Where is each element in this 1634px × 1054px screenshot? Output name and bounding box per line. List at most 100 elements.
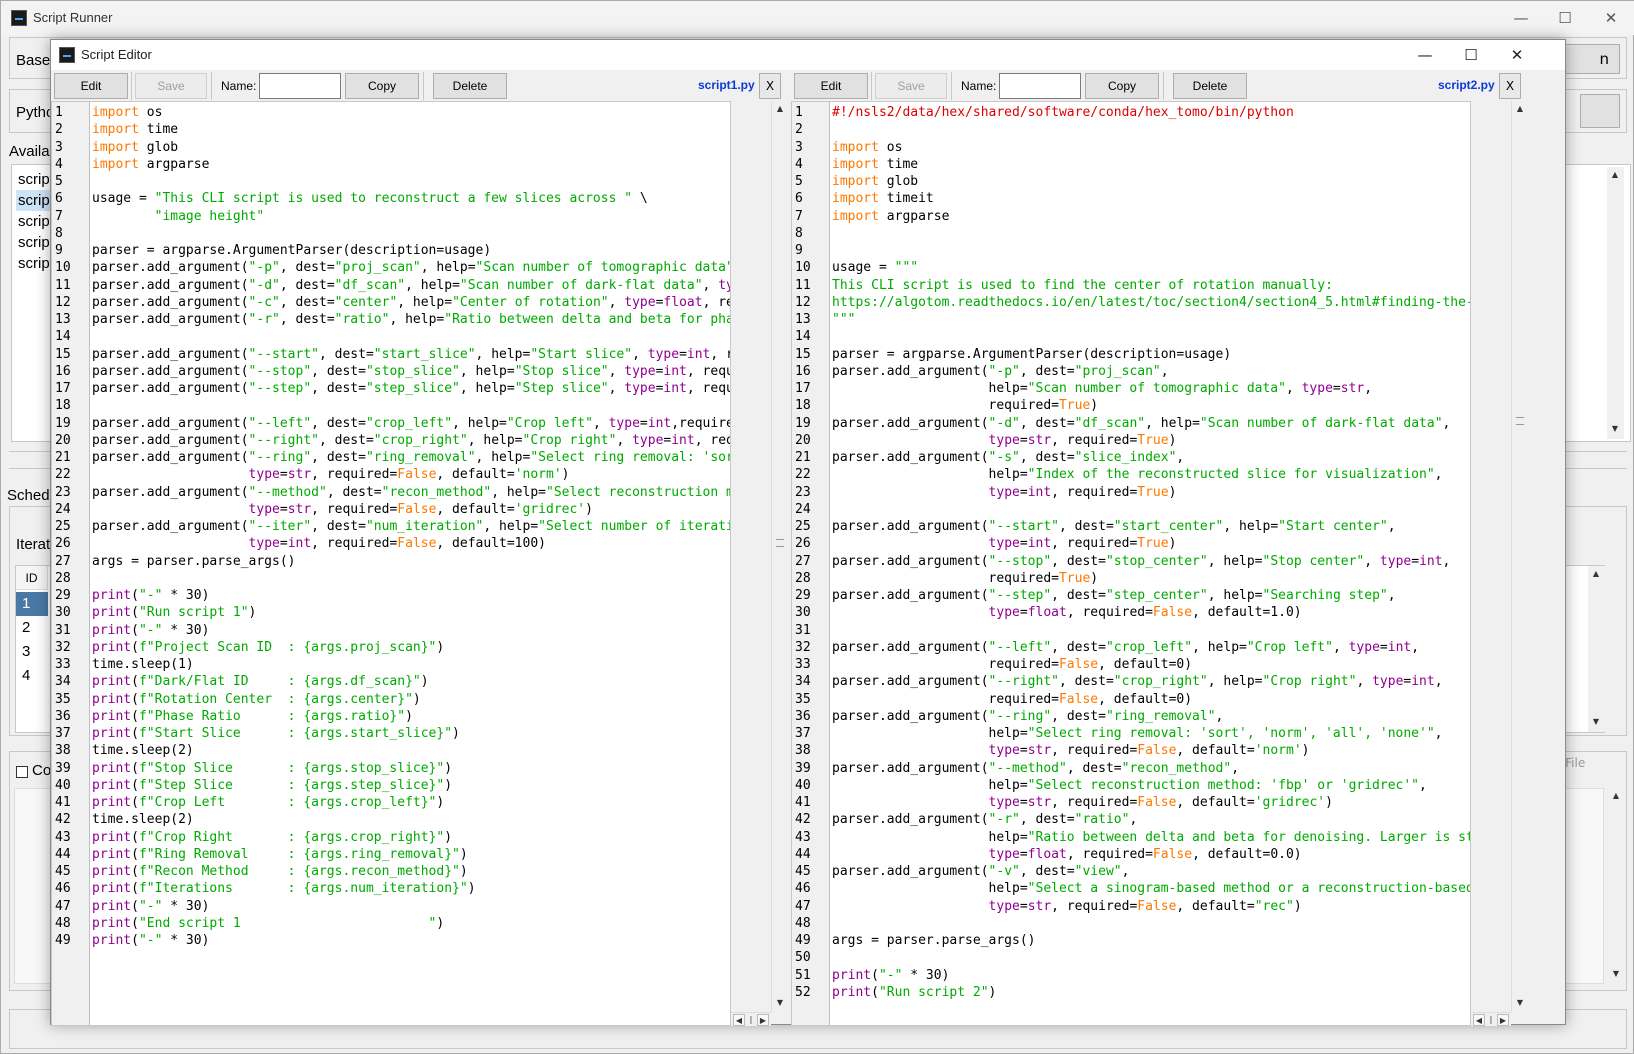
code-line: #!/nsls2/data/hex/shared/software/conda/… [832,104,1294,121]
code-token: , default=100) [436,536,546,552]
scroll-right-icon[interactable]: ▶ [757,1014,769,1026]
code-token: print [92,846,132,862]
close-button[interactable]: ✕ [1495,42,1539,68]
scroll-grip-icon[interactable]: | [1487,1014,1495,1026]
code-line: print(f"Phase Ratio : {args.ratio}") [92,708,413,725]
save-button[interactable]: Save (Ctrl+S) [875,73,947,117]
scroll-up-icon[interactable]: ▲ [774,103,786,115]
scroll-grip-icon[interactable]: | [747,1014,755,1026]
scroll-up-icon[interactable]: ▲ [1590,568,1602,580]
code-token: print [92,622,132,638]
line-number: 45 [55,864,71,879]
code-token: type [248,501,280,517]
line-number: 33 [55,657,71,672]
minimize-button[interactable]: — [1501,5,1541,31]
close-button[interactable]: ✕ [1591,5,1631,31]
line-number: 28 [55,570,71,586]
vertical-scrollbar[interactable]: ▲ ▼ [1607,167,1624,439]
scroll-down-icon[interactable]: ▼ [1590,716,1602,728]
line-number: 36 [55,708,71,724]
code-token: = [1019,536,1028,552]
horizontal-scrollbar[interactable]: ◀ | ▶ [731,1012,771,1026]
line-number: 40 [55,777,71,793]
vertical-scrollbar[interactable]: ▲ ▼ [771,101,787,1012]
code-editor[interactable]: 1 #!/nsls2/data/hex/shared/software/conda… [791,101,1471,1026]
maximize-button[interactable]: ☐ [1545,5,1585,31]
code-token: * 30) [902,967,950,983]
table-row[interactable]: 2 [16,616,48,640]
copy-button[interactable]: Copy [345,73,419,99]
console-checkbox[interactable] [16,766,28,778]
scroll-down-icon[interactable]: ▼ [1514,997,1526,1009]
horizontal-scrollbar[interactable]: ◀ | ▶ [1471,1012,1511,1026]
code-token: parser.add_argument( [92,415,249,431]
line-number: 5 [795,174,803,189]
delete-button[interactable]: Delete [1173,73,1247,99]
scroll-grip-icon[interactable] [1516,417,1524,425]
line-number: 12 [55,294,71,310]
code-token: import [832,174,879,189]
python-button[interactable] [1580,94,1620,128]
table-row[interactable]: 3 [16,640,48,664]
code-token: , dest= [311,519,366,534]
code-token: f"Crop Right : {args.crop_right}" [138,829,445,845]
scroll-up-icon[interactable]: ▲ [1514,103,1526,115]
scroll-up-icon[interactable]: ▲ [1610,790,1622,802]
copy-button[interactable]: Copy [1085,73,1159,99]
code-token: , help= [1145,415,1200,431]
code-token: ( [131,829,139,845]
code-editor[interactable]: 1 import os 2 import time 3 import glob 4 impor… [51,101,731,1026]
table-row[interactable]: 1 [16,592,48,616]
scroll-left-icon[interactable]: ◀ [1473,1014,1485,1026]
code-line: parser.add_argument("--stop", dest="stop… [92,363,730,380]
code-line: help="Select a sinogram-based method or … [832,880,1470,897]
delete-button[interactable]: Delete [433,73,507,99]
code-token: "-" [878,967,903,983]
edit-button[interactable]: Edit [794,73,868,99]
vertical-scrollbar[interactable]: ▲ ▼ [1511,101,1527,1012]
code-line: parser.add_argument("-c", dest="center",… [92,294,730,311]
minimize-button[interactable]: — [1403,42,1447,68]
code-token: float [663,294,703,310]
line-number: 25 [55,519,71,534]
maximize-button[interactable]: ☐ [1449,42,1493,68]
scroll-down-icon[interactable]: ▼ [774,997,786,1009]
code-token: f"Project Scan ID : {args.proj_scan}" [138,639,437,655]
scroll-left-icon[interactable]: ◀ [733,1014,745,1026]
code-token: "--start" [248,346,319,362]
code-token: float [1027,605,1067,621]
scroll-right-icon[interactable]: ▶ [1497,1014,1509,1026]
vertical-scrollbar[interactable]: ▲ ▼ [1588,566,1605,732]
scroll-down-icon[interactable]: ▼ [1610,968,1622,980]
vertical-scrollbar[interactable]: ▲ ▼ [1608,788,1625,984]
code-token: , [608,363,625,379]
scroll-up-icon[interactable]: ▲ [1609,169,1621,181]
close-pane-button[interactable]: X [1499,73,1521,99]
scroll-down-icon[interactable]: ▼ [1609,423,1621,435]
toolbar-separator [1163,72,1164,100]
code-token: print [92,933,132,948]
line-number: 31 [795,622,811,638]
code-token: parser.add_argument( [92,277,249,293]
line-number: 9 [795,243,803,258]
code-token: f"Step Slice : {args.step_slice}" [138,777,445,793]
code-line: help="Scan number of tomographic data", … [832,380,1373,397]
name-input[interactable] [999,73,1081,99]
table-header-id[interactable]: ID [16,566,48,590]
code-token: , [1364,381,1373,396]
code-token: "crop_right" [373,432,468,448]
scroll-grip-icon[interactable] [776,539,784,547]
code-token: ) [412,691,421,707]
name-input[interactable] [259,73,341,99]
line-number: 16 [795,363,811,379]
code-token: required= [832,691,1059,707]
code-token: required= [832,398,1059,414]
table-row[interactable]: 4 [16,664,48,688]
save-button[interactable]: Save (Ctrl+S) [135,73,207,117]
line-number: 3 [795,139,803,155]
edit-button[interactable]: Edit [54,73,128,99]
code-token: parser.add_argument( [832,553,989,569]
code-token: 'gridrec' [514,501,586,517]
close-pane-button[interactable]: X [759,73,781,99]
